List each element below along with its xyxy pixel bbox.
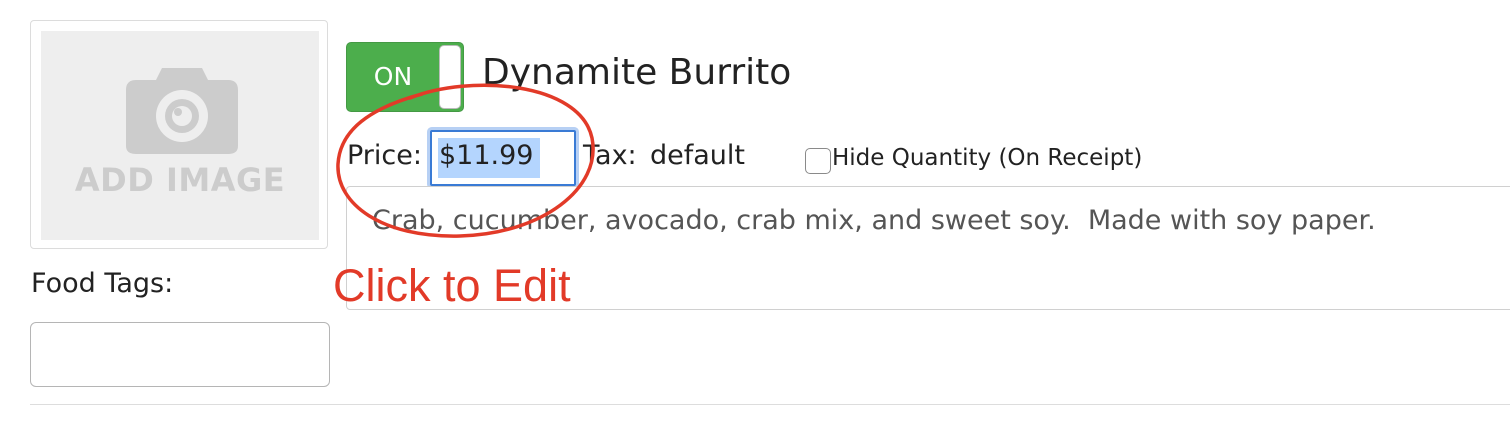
price-label: Price: [347, 140, 422, 171]
price-input[interactable] [430, 130, 576, 186]
menu-item-editor: ADD IMAGE Food Tags: ON Dynamite Burrito… [0, 0, 1510, 426]
food-tags-label: Food Tags: [31, 268, 174, 299]
add-image-button[interactable]: ADD IMAGE [30, 20, 328, 249]
image-placeholder: ADD IMAGE [41, 31, 319, 240]
camera-icon [126, 68, 238, 154]
availability-toggle[interactable]: ON [346, 42, 464, 112]
divider [30, 404, 1510, 405]
annotation-click-to-edit: Click to Edit [333, 260, 571, 311]
add-image-label: ADD IMAGE [74, 161, 286, 199]
tax-value[interactable]: default [650, 140, 745, 171]
hide-quantity-label[interactable]: Hide Quantity (On Receipt) [832, 145, 1142, 171]
toggle-on-label: ON [373, 62, 413, 91]
food-tags-input[interactable] [30, 322, 330, 387]
hide-quantity-checkbox[interactable] [805, 148, 831, 174]
toggle-knob [439, 45, 461, 109]
tax-label: Tax: [583, 140, 637, 171]
item-name[interactable]: Dynamite Burrito [482, 52, 791, 93]
description-text: Crab, cucumber, avocado, crab mix, and s… [372, 205, 1376, 236]
